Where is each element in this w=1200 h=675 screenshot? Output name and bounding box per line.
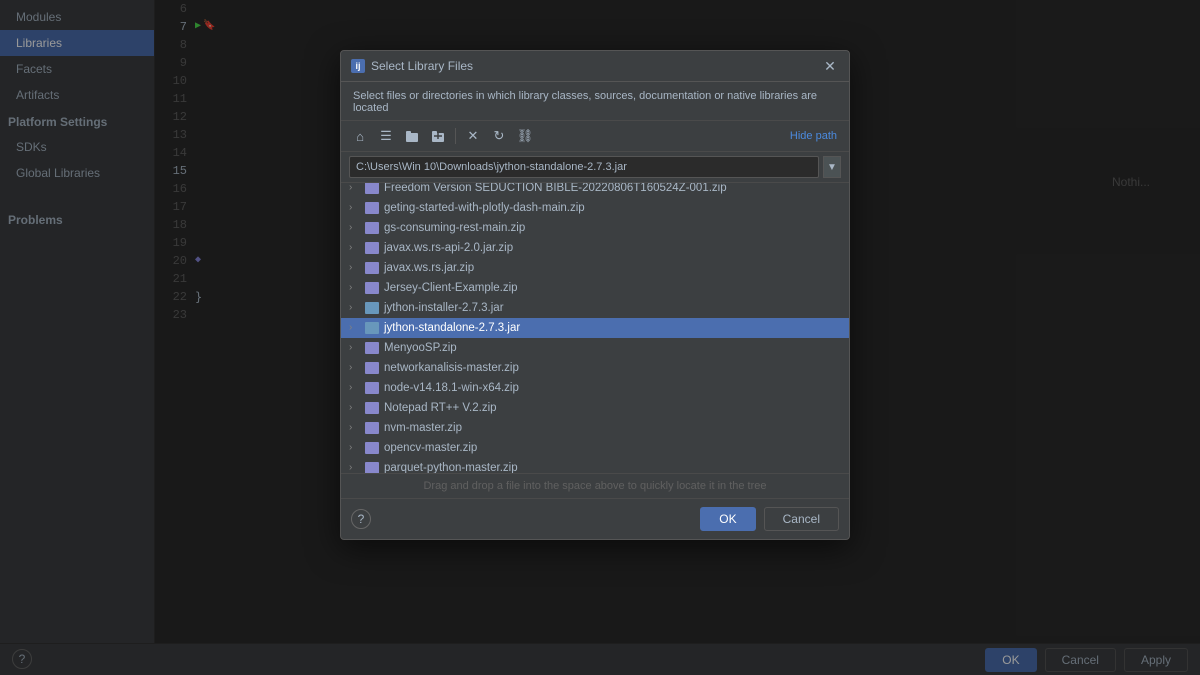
- file-list-item[interactable]: › javax.ws.rs-api-2.0.jar.zip: [341, 238, 849, 258]
- link-button[interactable]: ⛓: [514, 125, 536, 147]
- file-type-icon: [365, 282, 379, 294]
- hide-path-button[interactable]: Hide path: [786, 128, 841, 144]
- toolbar-separator: [455, 128, 456, 144]
- refresh-button[interactable]: ↻: [488, 125, 510, 147]
- chevron-right-icon: ›: [349, 399, 363, 417]
- file-list-item[interactable]: › networkanalisis-master.zip: [341, 358, 849, 378]
- file-type-icon: [365, 262, 379, 274]
- file-name: node-v14.18.1-win-x64.zip: [384, 379, 519, 397]
- file-type-icon: [365, 402, 379, 414]
- file-list-item[interactable]: › Freedom Version SEDUCTION BIBLE-2022080…: [341, 183, 849, 198]
- dialog-titlebar: ij Select Library Files ✕: [341, 51, 849, 82]
- path-row: ▼: [341, 152, 849, 183]
- file-name: geting-started-with-plotly-dash-main.zip: [384, 199, 585, 217]
- file-name: javax.ws.rs-api-2.0.jar.zip: [384, 239, 513, 257]
- file-list-item[interactable]: › node-v14.18.1-win-x64.zip: [341, 378, 849, 398]
- file-list-item[interactable]: › parquet-python-master.zip: [341, 458, 849, 473]
- path-dropdown-button[interactable]: ▼: [823, 156, 841, 178]
- file-type-icon: [365, 422, 379, 434]
- delete-button[interactable]: ✕: [462, 125, 484, 147]
- drag-hint: Drag and drop a file into the space abov…: [341, 473, 849, 498]
- chevron-right-icon: ›: [349, 299, 363, 317]
- file-name: parquet-python-master.zip: [384, 459, 518, 473]
- file-name: gs-consuming-rest-main.zip: [384, 219, 525, 237]
- file-type-icon: [365, 382, 379, 394]
- chevron-right-icon: ›: [349, 219, 363, 237]
- list-view-button[interactable]: ☰: [375, 125, 397, 147]
- file-list-item[interactable]: › opencv-master.zip: [341, 438, 849, 458]
- file-name: nvm-master.zip: [384, 419, 462, 437]
- file-list-item[interactable]: › gs-consuming-rest-main.zip: [341, 218, 849, 238]
- file-type-icon: [365, 183, 379, 194]
- dialog-logo-icon: ij: [351, 59, 365, 73]
- file-name: jython-installer-2.7.3.jar: [384, 299, 504, 317]
- file-type-icon: [365, 222, 379, 234]
- chevron-right-icon: ›: [349, 319, 363, 337]
- ok-button[interactable]: OK: [700, 507, 755, 531]
- new-folder-button[interactable]: [401, 125, 423, 147]
- file-name: networkanalisis-master.zip: [384, 359, 519, 377]
- file-list-item[interactable]: › Jersey-Client-Example.zip: [341, 278, 849, 298]
- chevron-right-icon: ›: [349, 379, 363, 397]
- dialog-title-area: ij Select Library Files: [351, 59, 473, 73]
- file-list-item[interactable]: › jython-installer-2.7.3.jar: [341, 298, 849, 318]
- file-toolbar: ⌂ ☰ ✕ ↻ ⛓ Hide path: [341, 121, 849, 152]
- chevron-right-icon: ›: [349, 279, 363, 297]
- file-list-item[interactable]: › jython-standalone-2.7.3.jar: [341, 318, 849, 338]
- open-folder-button[interactable]: [427, 125, 449, 147]
- chevron-right-icon: ›: [349, 199, 363, 217]
- dialog-title-text: Select Library Files: [371, 59, 473, 73]
- file-name: jython-standalone-2.7.3.jar: [384, 319, 520, 337]
- file-type-icon: [365, 202, 379, 214]
- file-name: Jersey-Client-Example.zip: [384, 279, 518, 297]
- select-library-dialog: ij Select Library Files ✕ Select files o…: [340, 50, 850, 540]
- file-type-icon: [365, 442, 379, 454]
- chevron-right-icon: ›: [349, 459, 363, 473]
- chevron-right-icon: ›: [349, 183, 363, 197]
- dialog-help-button[interactable]: ?: [351, 509, 371, 529]
- dialog-close-button[interactable]: ✕: [821, 57, 839, 75]
- dialog-subtitle: Select files or directories in which lib…: [341, 82, 849, 121]
- file-type-icon: [365, 362, 379, 374]
- file-name: MenyooSP.zip: [384, 339, 457, 357]
- file-type-icon: [365, 342, 379, 354]
- file-name: javax.ws.rs.jar.zip: [384, 259, 474, 277]
- chevron-right-icon: ›: [349, 359, 363, 377]
- chevron-right-icon: ›: [349, 259, 363, 277]
- dialog-bottom: ? OK Cancel: [341, 498, 849, 539]
- file-type-icon: [365, 322, 379, 334]
- file-type-icon: [365, 302, 379, 314]
- chevron-right-icon: ›: [349, 339, 363, 357]
- file-list-item[interactable]: › javax.ws.rs.jar.zip: [341, 258, 849, 278]
- dialog-actions: OK Cancel: [700, 507, 839, 531]
- chevron-right-icon: ›: [349, 439, 363, 457]
- file-list-item[interactable]: › geting-started-with-plotly-dash-main.zi…: [341, 198, 849, 218]
- file-name: Notepad RT++ V.2.zip: [384, 399, 497, 417]
- cancel-button[interactable]: Cancel: [764, 507, 839, 531]
- file-type-icon: [365, 462, 379, 473]
- home-button[interactable]: ⌂: [349, 125, 371, 147]
- file-type-icon: [365, 242, 379, 254]
- file-list-item[interactable]: › MenyooSP.zip: [341, 338, 849, 358]
- file-list-item[interactable]: › nvm-master.zip: [341, 418, 849, 438]
- file-list[interactable]: › Freedom Version SEDUCTION BIBLE-2022080…: [341, 183, 849, 473]
- file-name: Freedom Version SEDUCTION BIBLE-20220806…: [384, 183, 727, 197]
- chevron-right-icon: ›: [349, 419, 363, 437]
- file-list-item[interactable]: › Notepad RT++ V.2.zip: [341, 398, 849, 418]
- chevron-right-icon: ›: [349, 239, 363, 257]
- path-input[interactable]: [349, 156, 819, 178]
- file-name: opencv-master.zip: [384, 439, 477, 457]
